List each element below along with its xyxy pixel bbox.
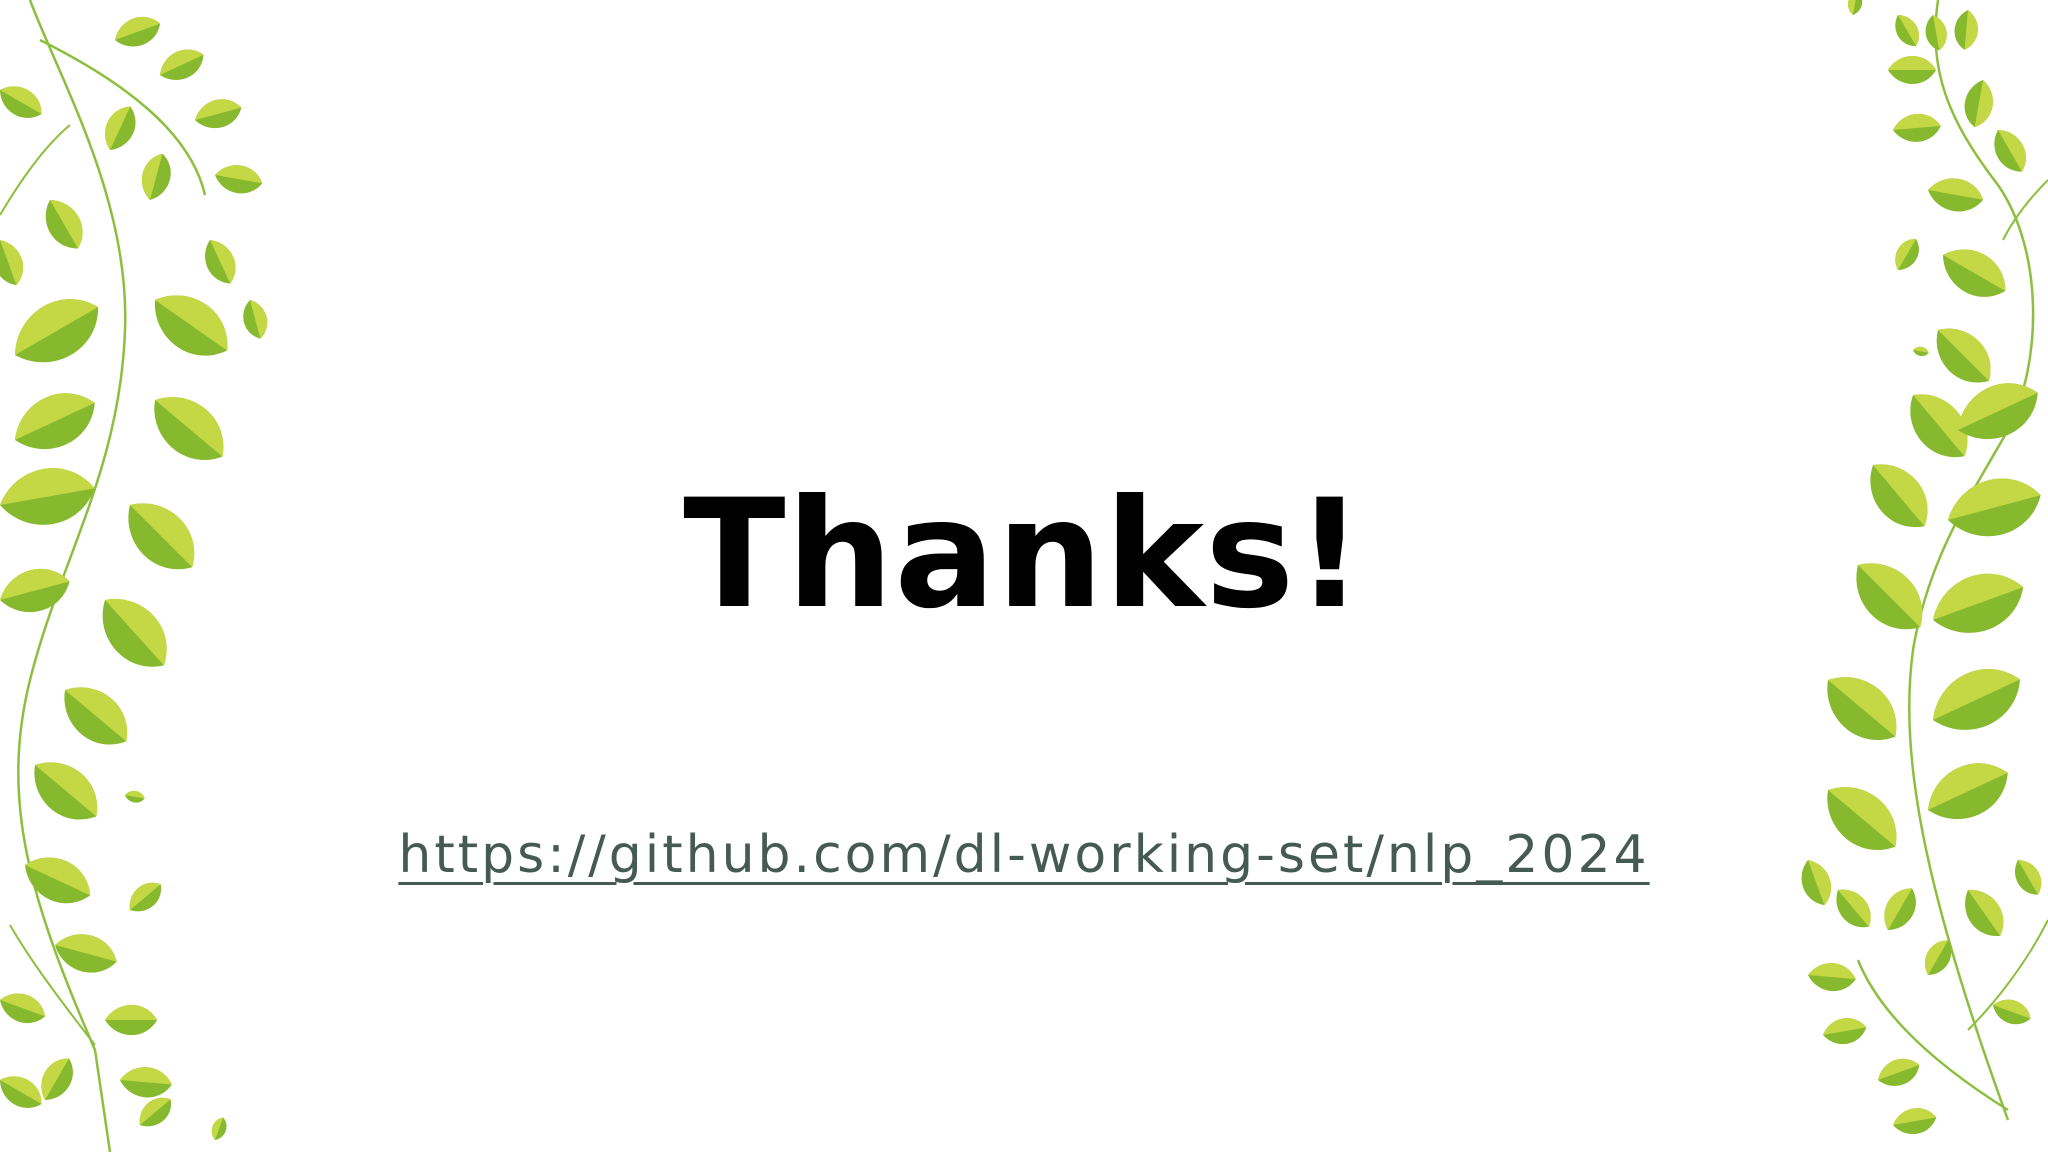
slide-title: Thanks! <box>683 468 1365 642</box>
slide: Thanks! https://github.com/dl-working-se… <box>0 0 2048 1152</box>
github-link-container: https://github.com/dl-working-set/nlp_20… <box>0 820 2048 890</box>
github-link[interactable]: https://github.com/dl-working-set/nlp_20… <box>398 825 1649 885</box>
